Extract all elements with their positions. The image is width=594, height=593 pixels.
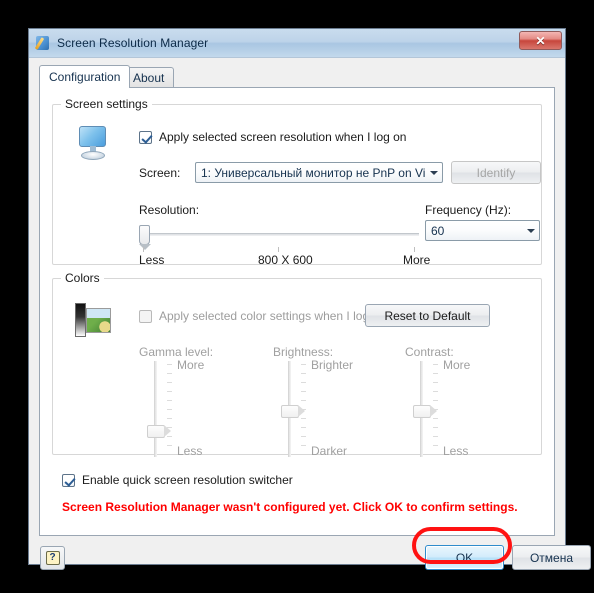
screen-select-value: 1: Универсальный монитор не PnP on Virtu… — [201, 165, 425, 180]
color-picture-icon — [75, 303, 111, 337]
resolution-slider-track[interactable] — [139, 233, 419, 236]
question-mark-icon: ? — [45, 551, 60, 565]
help-button[interactable]: ? — [40, 546, 65, 570]
resolution-less-label: Less — [139, 253, 165, 267]
brightness-label: Brightness: — [273, 345, 334, 359]
apply-screen-resolution-label: Apply selected screen resolution when I … — [159, 130, 407, 144]
contrast-slider-thumb[interactable] — [413, 405, 437, 418]
window-client-area: Configuration About Screen settings Appl… — [29, 58, 591, 570]
ok-button[interactable]: OK — [425, 545, 504, 570]
window-titlebar: Screen Resolution Manager ✕ — [29, 29, 565, 58]
resolution-slider-thumb[interactable] — [139, 225, 151, 250]
reset-to-default-button[interactable]: Reset to Default — [365, 304, 490, 327]
contrast-label: Contrast: — [405, 345, 454, 359]
screen-select[interactable]: 1: Универсальный монитор не PnP on Virtu… — [195, 162, 443, 183]
brightness-bottom-label: Darker — [311, 444, 348, 458]
identify-button[interactable]: Identify — [451, 161, 541, 184]
resolution-label: Resolution: — [139, 203, 200, 217]
frequency-label: Frequency (Hz): — [425, 203, 512, 217]
colors-group: Colors Apply selected color settings whe… — [52, 271, 542, 458]
enable-quick-switcher-checkbox-row[interactable]: Enable quick screen resolution switcher — [62, 473, 293, 487]
resolution-value-label: 800 X 600 — [258, 253, 313, 267]
chevron-down-icon[interactable] — [425, 163, 442, 182]
close-icon[interactable]: ✕ — [519, 31, 562, 50]
screen-resolution-manager-window: Screen Resolution Manager ✕ Configuratio… — [28, 28, 591, 570]
screenshot-root: Screen Resolution Manager ✕ Configuratio… — [0, 0, 594, 593]
screen-settings-legend: Screen settings — [61, 97, 152, 111]
gamma-level-slider[interactable]: More Less — [145, 358, 205, 458]
app-pencil-icon — [34, 35, 51, 51]
gamma-slider-ticks — [167, 362, 172, 456]
brightness-slider-thumb[interactable] — [281, 405, 305, 418]
brightness-slider[interactable]: Brighter Darker — [279, 358, 353, 458]
enable-quick-switcher-checkbox[interactable] — [62, 473, 75, 487]
apply-screen-resolution-checkbox-row[interactable]: Apply selected screen resolution when I … — [139, 130, 406, 144]
tabstrip: Configuration About — [39, 65, 555, 88]
resolution-slider[interactable] — [139, 223, 419, 253]
brightness-top-label: Brighter — [311, 358, 354, 372]
tab-about[interactable]: About — [123, 67, 175, 88]
window-title: Screen Resolution Manager — [57, 36, 209, 50]
apply-screen-resolution-checkbox[interactable] — [139, 130, 152, 144]
enable-quick-switcher-label: Enable quick screen resolution switcher — [82, 473, 293, 487]
screen-settings-group: Screen settings Apply selected screen re… — [52, 97, 542, 267]
frequency-select-value: 60 — [431, 223, 445, 238]
tab-configuration[interactable]: Configuration — [39, 65, 131, 88]
colors-legend: Colors — [61, 271, 104, 285]
tab-page-configuration: Screen settings Apply selected screen re… — [39, 87, 555, 536]
cancel-button[interactable]: Отмена — [512, 545, 591, 570]
contrast-bottom-label: Less — [443, 444, 469, 458]
gamma-slider-thumb[interactable] — [147, 425, 171, 438]
gamma-slider-track[interactable] — [154, 361, 157, 457]
chevron-down-icon[interactable] — [522, 221, 539, 240]
monitor-icon — [75, 124, 113, 162]
contrast-slider[interactable]: More Less — [411, 358, 471, 458]
frequency-select[interactable]: 60 — [425, 220, 540, 241]
configuration-warning-text: Screen Resolution Manager wasn't configu… — [62, 500, 518, 514]
gamma-level-label: Gamma level: — [139, 345, 214, 359]
screen-label: Screen: — [139, 166, 181, 180]
apply-color-settings-label: Apply selected color settings when I log… — [159, 309, 386, 323]
resolution-more-label: More — [403, 253, 431, 267]
gamma-bottom-label: Less — [177, 444, 203, 458]
apply-color-settings-checkbox-row[interactable]: Apply selected color settings when I log… — [139, 309, 386, 323]
apply-color-settings-checkbox[interactable] — [139, 309, 152, 323]
contrast-top-label: More — [443, 358, 471, 372]
gamma-top-label: More — [177, 358, 205, 372]
